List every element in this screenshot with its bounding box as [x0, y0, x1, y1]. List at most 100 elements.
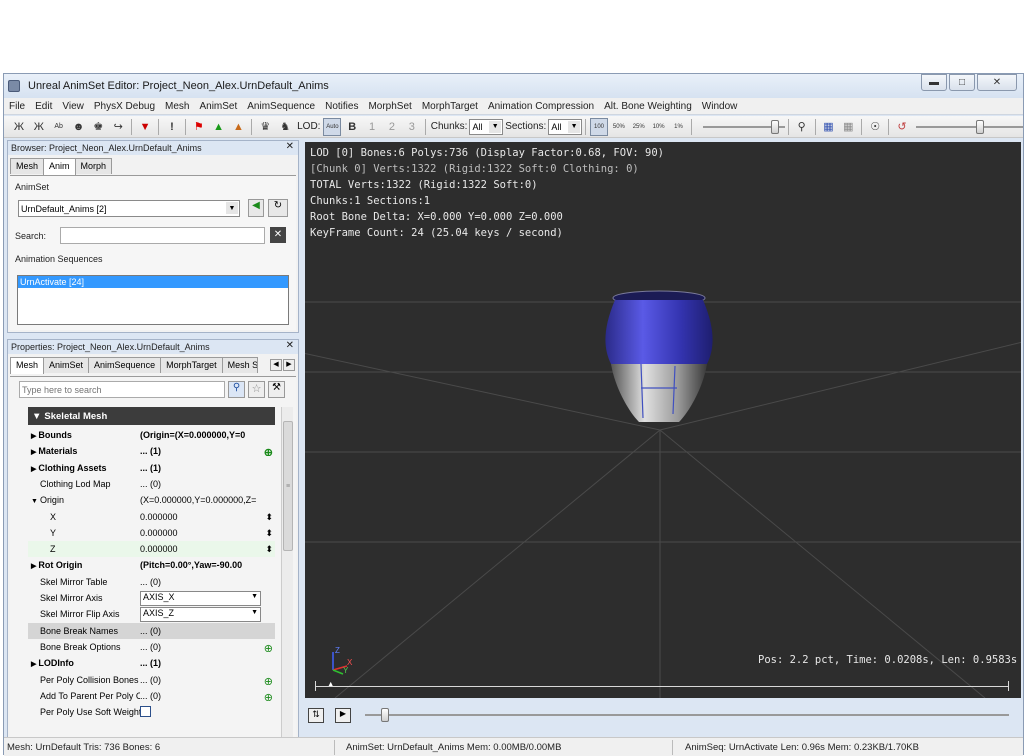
bone-names-icon[interactable]: Ab [50, 118, 68, 136]
property-row[interactable]: ▶ Rot Origin (Pitch=0.00°,Yaw=-90.00 [28, 557, 275, 573]
property-row[interactable]: ▶ Materials... (1) ⊕ [28, 443, 275, 459]
menu-animset[interactable]: AnimSet [194, 101, 242, 112]
clear-search-button[interactable]: ✕ [270, 227, 286, 243]
sections-select[interactable]: All ▼ [548, 118, 583, 135]
expand-right-icon[interactable]: ▶ [31, 563, 36, 570]
wind-icon[interactable]: ↺ [893, 118, 911, 136]
expand-right-icon[interactable]: ▶ [31, 466, 36, 473]
slider-thumb[interactable] [975, 119, 984, 134]
refresh-button[interactable]: ↻ [268, 199, 288, 217]
sync-animset-button[interactable]: ◀ [248, 199, 264, 217]
menu-animation-compression[interactable]: Animation Compression [483, 101, 599, 112]
chevron-left-icon[interactable]: ◀ [270, 359, 282, 371]
menu-physx-debug[interactable]: PhysX Debug [89, 101, 160, 112]
menu-alt-bone-weighting[interactable]: Alt. Bone Weighting [599, 101, 697, 112]
expand-right-icon[interactable]: ▶ [31, 661, 36, 668]
tab-animset[interactable]: AnimSet [43, 357, 90, 373]
menu-animsequence[interactable]: AnimSequence [242, 101, 320, 112]
title-bar[interactable]: Unreal AnimSet Editor: Project_Neon_Alex… [4, 74, 1023, 98]
tab-mesh[interactable]: Mesh [10, 158, 45, 174]
property-row[interactable]: Add To Parent Per Poly Co... (0) ⊕ [28, 688, 275, 704]
mesh-grey-icon[interactable]: ▦ [839, 118, 857, 136]
category-header[interactable]: ▼ Skeletal Mesh [28, 407, 275, 425]
search-icon[interactable]: ⚲ [228, 381, 245, 398]
lod-auto-button[interactable]: Auto [323, 117, 342, 136]
property-value[interactable]: (Origin=(X=0.000000,Y=0 [140, 430, 275, 440]
lod-3-button[interactable]: 3 [403, 118, 421, 136]
tab-morphtarget[interactable]: MorphTarget [160, 357, 223, 373]
menu-edit[interactable]: Edit [30, 101, 57, 112]
camera-icon[interactable]: ☉ [866, 118, 884, 136]
spinner-icon[interactable]: ⬍ [265, 544, 273, 554]
property-value[interactable]: AXIS_X ▼ [140, 590, 261, 606]
wind-slider[interactable] [915, 119, 1024, 135]
property-value[interactable]: ... (0) ⊕ [140, 642, 275, 652]
expand-right-icon[interactable]: ▶ [31, 433, 36, 440]
soft-body-icon[interactable]: ▼ [136, 118, 154, 136]
menu-morphtarget[interactable]: MorphTarget [417, 101, 483, 112]
speed-10-button[interactable]: 10% [650, 118, 668, 136]
timeline-marker-icon[interactable]: ▲ [327, 681, 334, 688]
skeleton-bones-icon[interactable]: Ж [30, 118, 48, 136]
property-row[interactable]: Skel Mirror Axis AXIS_X ▼ [28, 590, 275, 606]
menu-mesh[interactable]: Mesh [160, 101, 194, 112]
mesh-compare-icon[interactable]: ▦ [820, 118, 838, 136]
property-value[interactable]: ... (1) [140, 463, 275, 473]
speed-1-button[interactable]: 1% [670, 118, 688, 136]
chunks-select[interactable]: All ▼ [469, 118, 504, 135]
speed-50-button[interactable]: 50% [610, 118, 628, 136]
lod-1-button[interactable]: 1 [363, 118, 381, 136]
property-value[interactable]: 0.000000 ⬍ [140, 528, 275, 538]
property-value[interactable]: ... (0) [140, 626, 275, 636]
spinner-icon[interactable]: ⬍ [265, 528, 273, 538]
lod-2-button[interactable]: 2 [383, 118, 401, 136]
array-add-icon[interactable]: ⊕ [264, 642, 273, 652]
menu-notifies[interactable]: Notifies [320, 101, 363, 112]
minimize-button[interactable]: ▬ [921, 74, 947, 91]
property-row[interactable]: Clothing Lod Map ... (0) [28, 476, 275, 492]
sequence-search-input[interactable] [60, 227, 265, 244]
speed-100-button[interactable]: 100 [590, 117, 608, 136]
property-value[interactable]: ... (0) [140, 577, 275, 587]
tab-morph[interactable]: Morph [74, 158, 113, 174]
light-icon[interactable]: ⚲ [793, 118, 811, 136]
property-row[interactable]: Z 0.000000 ⬍ [28, 541, 275, 558]
checkbox[interactable] [140, 705, 151, 717]
playback-speed-slider[interactable] [703, 119, 785, 135]
property-value[interactable]: ... (0) ⊕ [140, 675, 275, 685]
close-button[interactable]: ✕ [977, 74, 1017, 91]
animation-sequence-list[interactable]: UrnActivate [24] [17, 275, 289, 325]
tri-green-icon[interactable]: ▲ [210, 118, 228, 136]
spinner-icon[interactable]: ⬍ [265, 512, 273, 522]
property-row[interactable]: Bone Break Options ... (0) ⊕ [28, 639, 275, 655]
flag-icon[interactable]: ⚑ [190, 118, 208, 136]
menu-window[interactable]: Window [697, 101, 743, 112]
property-value[interactable]: 0.000000 ⬍ [140, 512, 275, 522]
property-row[interactable]: Bone Break Names ... (0) [28, 622, 275, 639]
lod-base-button[interactable]: B [343, 118, 361, 136]
menu-file[interactable]: File [4, 101, 30, 112]
property-row[interactable]: ▶ Clothing Assets... (1) [28, 460, 275, 476]
play-button[interactable]: ▶ [335, 708, 351, 723]
tab-mesh-sim[interactable]: Mesh Sir [221, 357, 258, 373]
menu-view[interactable]: View [57, 101, 89, 112]
settings-icon[interactable]: ⚒ [268, 381, 285, 398]
skeleton-icon[interactable]: Ж [10, 118, 28, 136]
maximize-button[interactable]: □ [949, 74, 975, 91]
property-row[interactable]: ▶ LODInfo... (1) [28, 655, 275, 671]
property-value[interactable]: ... (0) [140, 479, 275, 489]
cloth-reset-icon[interactable]: ♞ [276, 118, 294, 136]
property-value[interactable] [140, 705, 275, 719]
property-row[interactable]: Per Poly Use Soft Weightin [28, 704, 275, 720]
tri-color-icon[interactable]: ▲ [230, 118, 248, 136]
tab-anim[interactable]: Anim [43, 158, 76, 175]
property-row[interactable]: ▶ Bounds (Origin=(X=0.000000,Y=0 [28, 427, 275, 443]
wireframe-icon[interactable]: ☻ [70, 118, 88, 136]
property-row[interactable]: Skel Mirror Table ... (0) [28, 574, 275, 590]
chevron-right-icon[interactable]: ▶ [283, 359, 295, 371]
favorites-icon[interactable]: ☆ [248, 381, 265, 398]
array-add-icon[interactable]: ⊕ [264, 691, 273, 701]
timeline-scrubber[interactable]: ▲ [315, 681, 1009, 691]
slider-thumb[interactable] [771, 119, 780, 134]
warning-icon[interactable]: ! [163, 118, 181, 136]
